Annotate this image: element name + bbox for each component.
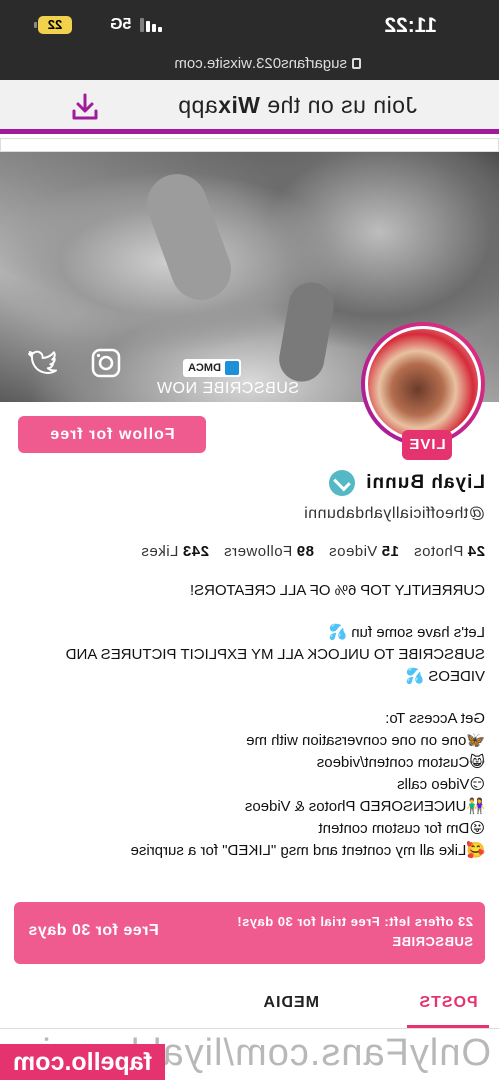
watermark-site: fapello.com xyxy=(0,1044,165,1080)
subscribe-offer-button[interactable]: 23 offers left: Free trial for 30 days! … xyxy=(14,902,485,964)
dmca-badge: DMCA xyxy=(183,359,241,377)
bio-access-item: 😸Custom content/videos xyxy=(316,754,485,771)
profile-name: Liyah Bunni xyxy=(365,472,485,493)
offer-details: 23 offers left: Free trial for 30 days! … xyxy=(237,912,473,952)
instagram-icon[interactable] xyxy=(91,348,121,378)
photos-label: Photos xyxy=(413,543,464,560)
twitter-icon[interactable] xyxy=(27,348,59,378)
videos-label: Videos xyxy=(328,543,378,560)
signal-icon xyxy=(140,18,162,32)
likes-count: 243 xyxy=(182,543,209,560)
network-type: 5G xyxy=(110,16,132,33)
subscribe-now-text: SUBSCRIBE NOW xyxy=(156,380,299,397)
wix-text-suffix: app xyxy=(177,92,218,118)
browser-url-bar[interactable]: sugarfans023.wixsite.com xyxy=(0,50,499,80)
verified-icon xyxy=(329,470,356,496)
wix-brand: Wix xyxy=(217,92,260,118)
follow-for-free-button[interactable]: Follow for free xyxy=(18,416,206,453)
bio-access-item: 🥰Like all my content and msg "LIKED" for… xyxy=(130,842,485,859)
profile-handle: @theofficiallyahdabunni xyxy=(303,505,485,522)
bio-access-item: 😏Video calls xyxy=(397,776,485,793)
avatar-image xyxy=(365,326,481,442)
bio-line: CURRENTLY TOP 6% OF ALL CREATORS! xyxy=(189,582,485,599)
offers-left-text: 23 offers left: Free trial for 30 days! xyxy=(236,914,473,929)
status-bar: 11:22 5G 22 xyxy=(0,0,499,50)
offer-price: Free for 30 days xyxy=(28,922,159,939)
wix-app-banner[interactable]: Join us on the Wixapp xyxy=(0,80,499,134)
live-badge: LIVE xyxy=(402,430,452,460)
tab-posts[interactable]: POSTS xyxy=(415,994,481,1012)
battery-level: 22 xyxy=(47,17,63,32)
wix-text-prefix: Join us on the xyxy=(259,92,417,118)
followers-label: Followers xyxy=(223,543,293,560)
bio-access-item: 👫UNCENSORED Photos & Videos xyxy=(244,798,485,815)
profile-bio: CURRENTLY TOP 6% OF ALL CREATORS! Let's … xyxy=(10,580,485,862)
lock-icon xyxy=(352,58,361,69)
mirrored-page: 11:22 5G 22 sugarfans023.wixsite.com Joi… xyxy=(0,0,499,1080)
photos-count: 24 xyxy=(467,543,485,560)
bio-access-heading: Get Access To: xyxy=(385,710,485,727)
banner-shape xyxy=(138,165,240,309)
bio-access-item: 🦋one on one conversation with me xyxy=(246,732,485,749)
videos-count: 15 xyxy=(381,543,399,560)
tabs-divider xyxy=(0,1028,499,1029)
profile-name-row: Liyah Bunni xyxy=(329,470,485,496)
status-time: 11:22 xyxy=(384,14,437,37)
divider-bar xyxy=(0,138,499,152)
bio-access-item: 😜Dm for custom content xyxy=(318,820,485,837)
profile-stats: 24Photos 15Videos 89Followers 243Likes xyxy=(141,543,485,560)
tab-media[interactable]: MEDIA xyxy=(262,994,319,1012)
battery-icon: 22 xyxy=(38,16,72,34)
bio-line: SUBSCRIBE TO UNLOCK ALL MY EXPLICIT PICT… xyxy=(65,646,485,685)
profile-avatar[interactable] xyxy=(361,322,485,446)
wix-banner-text: Join us on the Wixapp xyxy=(178,92,417,119)
watermark-strip: OnlyFans.com/liyahbunni fapello.com xyxy=(0,1030,499,1080)
subscribe-label: SUBSCRIBE xyxy=(391,934,473,949)
likes-label: Likes xyxy=(140,543,179,560)
download-icon[interactable] xyxy=(70,92,100,122)
content-tabs: POSTS MEDIA xyxy=(0,986,499,1026)
url-text: sugarfans023.wixsite.com xyxy=(174,55,347,72)
followers-count: 89 xyxy=(296,543,314,560)
banner-shape xyxy=(275,278,338,386)
bio-line: Let's have some fun 💦 xyxy=(328,624,485,641)
